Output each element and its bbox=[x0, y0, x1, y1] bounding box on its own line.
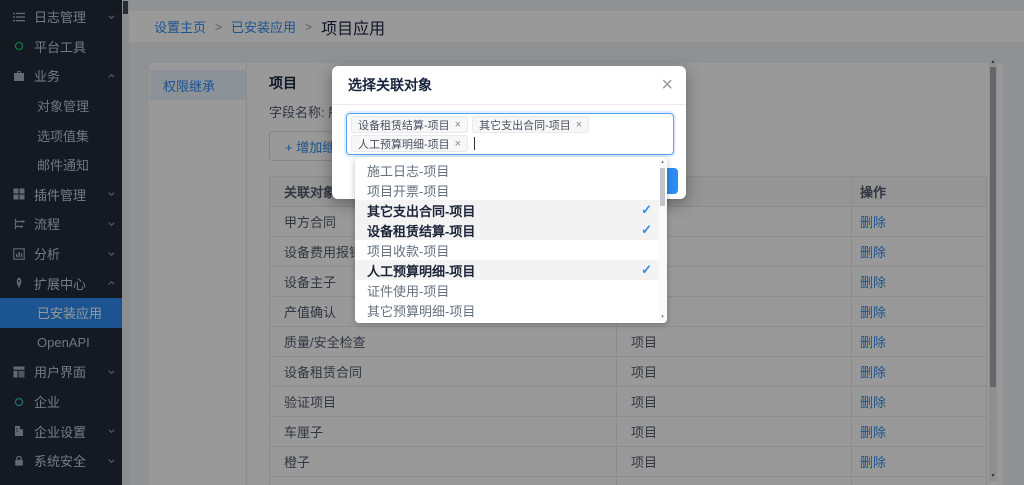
selected-tag: 人工预算明细-项目 × bbox=[351, 135, 468, 152]
option-label: 其它支出合同-项目 bbox=[367, 201, 475, 220]
dropdown-scrollbar[interactable]: ▴ ▾ bbox=[659, 159, 666, 321]
modal-title: 选择关联对象 bbox=[348, 75, 432, 95]
remove-tag-icon[interactable]: × bbox=[455, 138, 461, 150]
relation-multiselect-input[interactable]: 设备租赁结算-项目 × 其它支出合同-项目 × 人工预算明细-项目 × bbox=[346, 113, 674, 155]
dropdown-option[interactable]: 其它预算明细-项目 bbox=[355, 300, 667, 320]
remove-tag-icon[interactable]: × bbox=[576, 119, 582, 131]
text-caret bbox=[474, 137, 475, 150]
check-icon: ✓ bbox=[641, 202, 652, 218]
dropdown-option[interactable]: 证件使用-项目 bbox=[355, 280, 667, 300]
option-label: 项目收款-项目 bbox=[367, 241, 449, 260]
dropdown-option[interactable]: 施工日志-项目 bbox=[355, 160, 667, 180]
remove-tag-icon[interactable]: × bbox=[455, 119, 461, 131]
dropdown-option[interactable]: 人工预算明细-项目 ✓ bbox=[355, 260, 667, 280]
option-label: 项目开票-项目 bbox=[367, 181, 449, 200]
tag-label: 其它支出合同-项目 bbox=[479, 117, 571, 133]
scroll-down-icon[interactable]: ▾ bbox=[659, 314, 666, 321]
tag-label: 人工预算明细-项目 bbox=[358, 136, 450, 152]
selected-tag: 其它支出合同-项目 × bbox=[472, 116, 589, 133]
option-label: 其它预算明细-项目 bbox=[367, 301, 475, 320]
dropdown-scrollbar-thumb[interactable] bbox=[660, 168, 665, 206]
modal-header: 选择关联对象 bbox=[332, 66, 686, 105]
dropdown-option[interactable]: 项目收款-项目 bbox=[355, 240, 667, 260]
option-label: 证件使用-项目 bbox=[367, 281, 449, 300]
tag-label: 设备租赁结算-项目 bbox=[358, 117, 450, 133]
dropdown-option[interactable]: 设备租赁结算-项目 ✓ bbox=[355, 220, 667, 240]
option-label: 设备租赁结算-项目 bbox=[367, 221, 475, 240]
dropdown-option[interactable]: 其它支出合同-项目 ✓ bbox=[355, 200, 667, 220]
scroll-up-icon[interactable]: ▴ bbox=[659, 159, 666, 166]
selected-tag: 设备租赁结算-项目 × bbox=[351, 116, 468, 133]
relation-options-dropdown: 施工日志-项目项目开票-项目其它支出合同-项目 ✓ 设备租赁结算-项目 ✓ 项目收款-项… bbox=[355, 157, 667, 323]
dropdown-option[interactable]: 项目开票-项目 bbox=[355, 180, 667, 200]
check-icon: ✓ bbox=[641, 262, 652, 278]
check-icon: ✓ bbox=[641, 222, 652, 238]
close-icon[interactable]: × bbox=[661, 74, 673, 96]
option-label: 人工预算明细-项目 bbox=[367, 261, 475, 280]
option-label: 施工日志-项目 bbox=[367, 161, 449, 180]
